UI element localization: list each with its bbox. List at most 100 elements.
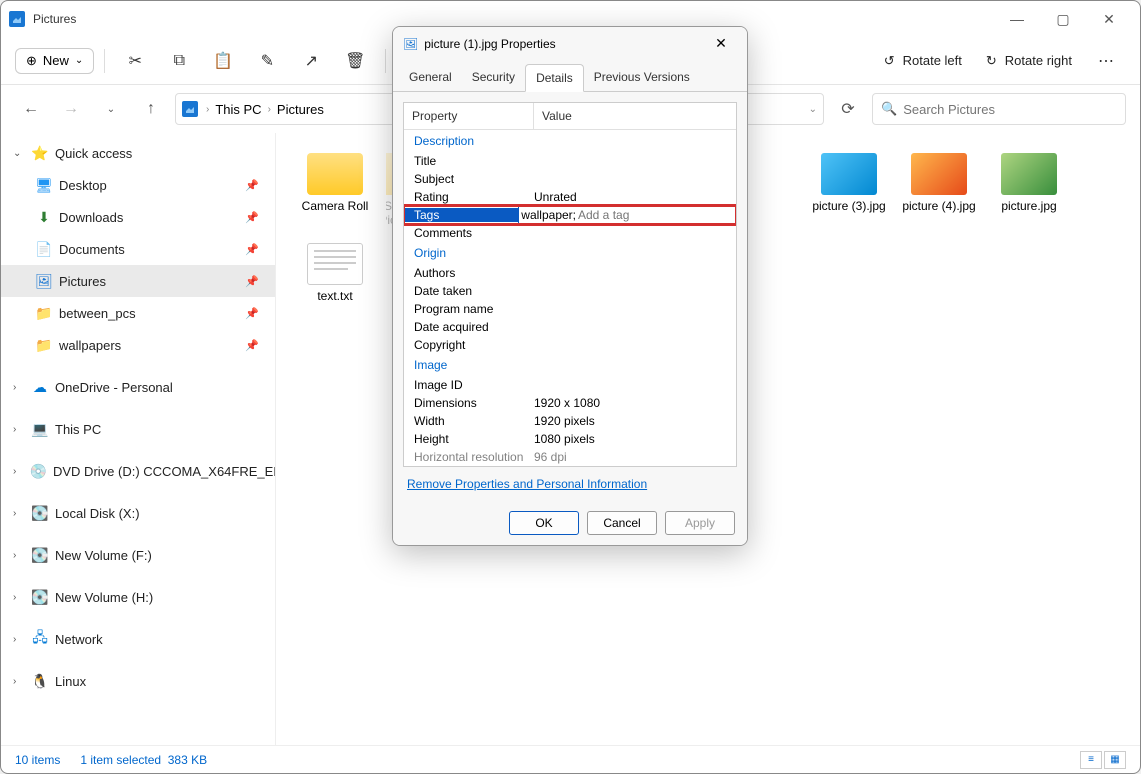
icons-view-button[interactable]: ▦ (1104, 751, 1126, 769)
prop-width[interactable]: Width1920 pixels (404, 412, 736, 430)
clipboard-icon: 📋 (213, 51, 233, 71)
prop-hres[interactable]: Horizontal resolution96 dpi (404, 448, 736, 466)
pc-icon: 💻 (31, 420, 49, 438)
chevron-right-icon[interactable]: › (13, 508, 25, 519)
search-input[interactable]: 🔍 (872, 93, 1126, 125)
properties-dialog: 🖼 picture (1).jpg Properties ✕ General S… (392, 26, 748, 546)
folder-camera-roll[interactable]: Camera Roll (296, 153, 374, 227)
group-image: Image (404, 354, 736, 376)
prop-copyright[interactable]: Copyright (404, 336, 736, 354)
tree-downloads[interactable]: ⬇Downloads📌 (1, 201, 275, 233)
chevron-right-icon[interactable]: › (13, 592, 25, 603)
prop-comments[interactable]: Comments (404, 224, 736, 242)
prop-dimensions[interactable]: Dimensions1920 x 1080 (404, 394, 736, 412)
column-property[interactable]: Property (404, 103, 534, 129)
tree-desktop[interactable]: 🖥Desktop📌 (1, 169, 275, 201)
drive-icon: 💽 (31, 504, 49, 522)
chevron-down-icon: ⌄ (75, 55, 83, 66)
prop-date-acquired[interactable]: Date acquired (404, 318, 736, 336)
folder-icon (307, 153, 363, 195)
chevron-right-icon[interactable]: › (13, 634, 25, 645)
chevron-right-icon[interactable]: › (13, 382, 25, 393)
disc-icon: 💿 (30, 462, 47, 480)
delete-button[interactable]: 🗑 (335, 41, 375, 81)
prop-tags[interactable]: Tags wallpaper; (404, 206, 736, 224)
tree-onedrive[interactable]: ›☁OneDrive - Personal (1, 371, 275, 403)
tree-this-pc[interactable]: ›💻This PC (1, 413, 275, 445)
rotate-right-button[interactable]: ↻ Rotate right (976, 47, 1082, 75)
tree-local-x[interactable]: ›💽Local Disk (X:) (1, 497, 275, 529)
tree-new-h[interactable]: ›💽New Volume (H:) (1, 581, 275, 613)
chevron-right-icon[interactable]: › (13, 676, 25, 687)
dialog-close-button[interactable]: ✕ (705, 28, 737, 60)
chevron-right-icon[interactable]: › (13, 424, 25, 435)
dialog-title-bar[interactable]: 🖼 picture (1).jpg Properties ✕ (393, 27, 747, 60)
prop-image-id[interactable]: Image ID (404, 376, 736, 394)
minimize-button[interactable]: — (994, 1, 1040, 37)
file-picture[interactable]: picture.jpg (990, 153, 1068, 227)
details-view-button[interactable]: ≡ (1080, 751, 1102, 769)
remove-properties-link[interactable]: Remove Properties and Personal Informati… (403, 467, 737, 495)
tree-dvd[interactable]: ›💿DVD Drive (D:) CCCOMA_X64FRE_EN-US (1, 455, 275, 487)
close-button[interactable]: ✕ (1086, 1, 1132, 37)
up-button[interactable]: ↑ (135, 93, 167, 125)
tab-details[interactable]: Details (525, 64, 584, 92)
drive-icon: 💽 (31, 588, 49, 606)
recent-button[interactable]: ⌄ (95, 93, 127, 125)
apply-button[interactable]: Apply (665, 511, 735, 535)
cancel-button[interactable]: Cancel (587, 511, 657, 535)
tree-documents[interactable]: 📄Documents📌 (1, 233, 275, 265)
image-thumb (821, 153, 877, 195)
paste-button[interactable]: 📋 (203, 41, 243, 81)
tree-between-pcs[interactable]: 📁between_pcs📌 (1, 297, 275, 329)
new-button[interactable]: ⊕ New ⌄ (15, 48, 94, 74)
tree-network[interactable]: ›🖧Network (1, 623, 275, 655)
more-button[interactable]: ⋯ (1086, 41, 1126, 81)
properties-list[interactable]: Property Value Description Title Subject… (403, 102, 737, 467)
refresh-button[interactable]: ⟳ (832, 93, 864, 125)
maximize-button[interactable]: ▢ (1040, 1, 1086, 37)
trash-icon: 🗑 (345, 51, 365, 71)
ok-button[interactable]: OK (509, 511, 579, 535)
prop-title[interactable]: Title (404, 152, 736, 170)
tab-general[interactable]: General (399, 64, 462, 91)
tree-quick-access[interactable]: ⌄⭐Quick access (1, 137, 275, 169)
chevron-right-icon[interactable]: › (13, 550, 25, 561)
prop-subject[interactable]: Subject (404, 170, 736, 188)
pin-icon: 📌 (245, 179, 259, 192)
prop-authors[interactable]: Authors (404, 264, 736, 282)
nav-pane: ⌄⭐Quick access 🖥Desktop📌 ⬇Downloads📌 📄Do… (1, 133, 276, 745)
prop-rating[interactable]: RatingUnrated (404, 188, 736, 206)
chevron-right-icon[interactable]: › (13, 466, 24, 477)
forward-button[interactable]: → (55, 93, 87, 125)
group-origin: Origin (404, 242, 736, 264)
tree-new-f[interactable]: ›💽New Volume (F:) (1, 539, 275, 571)
file-text[interactable]: text.txt (296, 243, 374, 303)
download-icon: ⬇ (35, 208, 53, 226)
file-picture-4[interactable]: picture (4).jpg (900, 153, 978, 227)
tags-input[interactable] (576, 208, 735, 222)
chevron-right-icon[interactable]: › (206, 104, 209, 115)
prop-date-taken[interactable]: Date taken (404, 282, 736, 300)
file-picture-3[interactable]: picture (3).jpg (810, 153, 888, 227)
share-button[interactable]: ↗ (291, 41, 331, 81)
breadcrumb-segment[interactable]: Pictures (277, 102, 324, 117)
copy-button[interactable]: ⧉ (159, 41, 199, 81)
chevron-down-icon[interactable]: ⌄ (13, 148, 25, 159)
tree-wallpapers[interactable]: 📁wallpapers📌 (1, 329, 275, 361)
rename-button[interactable]: ✎ (247, 41, 287, 81)
cut-button[interactable]: ✂ (115, 41, 155, 81)
tree-linux[interactable]: ›🐧Linux (1, 665, 275, 697)
tab-previous-versions[interactable]: Previous Versions (584, 64, 700, 91)
copy-icon: ⧉ (174, 52, 185, 70)
column-value[interactable]: Value (534, 103, 580, 129)
breadcrumb-segment[interactable]: This PC (215, 102, 261, 117)
chevron-down-icon[interactable]: ⌄ (809, 104, 817, 115)
chevron-right-icon[interactable]: › (268, 104, 271, 115)
rotate-left-button[interactable]: ↺ Rotate left (874, 47, 972, 75)
prop-height[interactable]: Height1080 pixels (404, 430, 736, 448)
prop-program-name[interactable]: Program name (404, 300, 736, 318)
tab-security[interactable]: Security (462, 64, 525, 91)
back-button[interactable]: ← (15, 93, 47, 125)
tree-pictures[interactable]: 🖼Pictures📌 (1, 265, 275, 297)
